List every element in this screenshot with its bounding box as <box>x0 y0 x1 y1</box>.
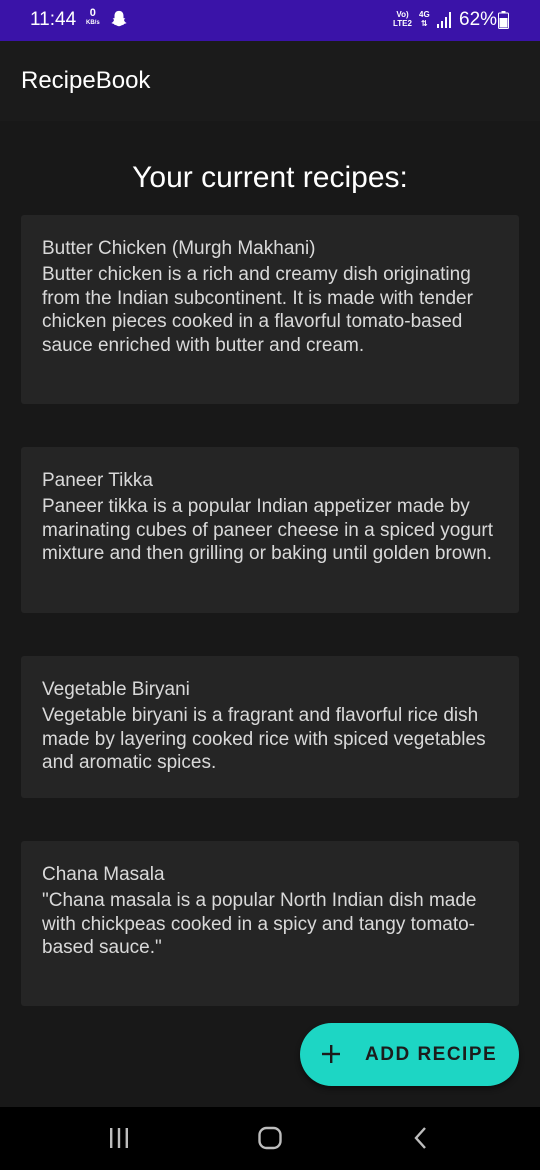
network-type: 4G ⇅ <box>419 10 430 28</box>
back-icon[interactable] <box>406 1123 436 1153</box>
network-lte: LTE2 <box>393 19 412 28</box>
plus-icon <box>322 1045 340 1063</box>
recipe-name: Paneer Tikka <box>42 470 153 491</box>
recipe-description: Paneer tikka is a popular Indian appetiz… <box>42 496 493 564</box>
network-indicator: Vo) LTE2 <box>393 10 412 28</box>
network-volte: Vo) <box>396 10 409 19</box>
battery-icon <box>498 11 509 29</box>
status-time: 11:44 <box>30 9 77 30</box>
snapchat-ghost-icon <box>111 10 127 27</box>
recipe-description: Butter chicken is a rich and creamy dish… <box>42 264 473 356</box>
recipe-description: Vegetable biryani is a fragrant and flav… <box>42 705 486 773</box>
add-recipe-button[interactable]: ADD RECIPE <box>300 1023 519 1086</box>
status-bar: 11:44 0 KB/s Vo) LTE2 4G ⇅ 62% <box>0 0 540 41</box>
recent-apps-icon[interactable] <box>104 1123 134 1153</box>
data-rate-unit: KB/s <box>86 20 100 26</box>
add-recipe-label: ADD RECIPE <box>365 1044 498 1065</box>
recipe-card[interactable]: Chana Masala "Chana masala is a popular … <box>21 841 519 1006</box>
recipe-name: Vegetable Biryani <box>42 679 190 700</box>
recipe-card[interactable]: Vegetable Biryani Vegetable biryani is a… <box>21 656 519 798</box>
data-rate-value: 0 <box>89 7 96 19</box>
system-nav-bar <box>0 1107 540 1170</box>
app-bar: RecipeBook <box>0 41 540 121</box>
data-rate-indicator: 0 KB/s <box>86 8 100 28</box>
recipe-name: Butter Chicken (Murgh Makhani) <box>42 238 316 259</box>
recipe-description: "Chana masala is a popular North Indian … <box>42 890 477 958</box>
recipe-name: Chana Masala <box>42 864 165 885</box>
recipe-list-screen: Your current recipes: Butter Chicken (Mu… <box>0 121 540 1107</box>
recipe-card[interactable]: Paneer Tikka Paneer tikka is a popular I… <box>21 447 519 613</box>
recipe-card[interactable]: Butter Chicken (Murgh Makhani) Butter ch… <box>21 215 519 404</box>
page-heading: Your current recipes: <box>132 161 408 194</box>
app-title: RecipeBook <box>21 67 151 94</box>
signal-bars-icon <box>437 12 451 28</box>
battery-percent: 62% <box>459 9 498 30</box>
home-icon[interactable] <box>255 1123 285 1153</box>
